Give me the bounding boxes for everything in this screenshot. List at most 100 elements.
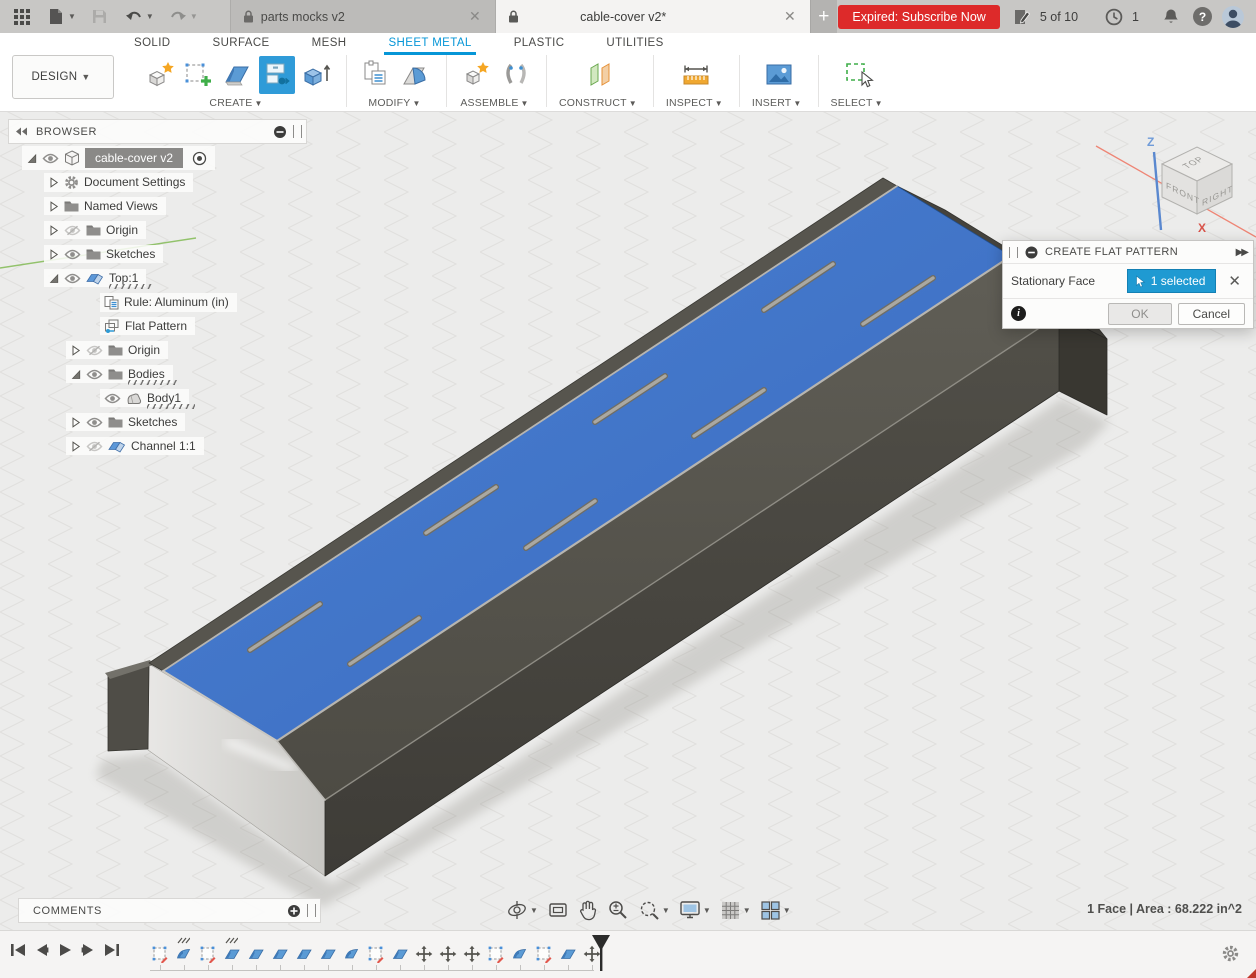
- go-to-start-button[interactable]: [10, 943, 26, 957]
- redo-caret-icon[interactable]: ▼: [190, 12, 198, 21]
- timeline-feature-sketch-14[interactable]: [484, 937, 508, 970]
- new-tab-button[interactable]: +: [810, 0, 837, 33]
- expand-expander-icon[interactable]: [48, 249, 59, 260]
- bell-icon[interactable]: [1159, 5, 1183, 29]
- grid-display-button[interactable]: ▼: [720, 900, 751, 921]
- group-label-assemble[interactable]: ASSEMBLE▼: [460, 97, 532, 109]
- thicken-tool-button[interactable]: [298, 56, 334, 94]
- ok-button[interactable]: OK: [1108, 303, 1171, 325]
- pan-button[interactable]: [578, 899, 598, 921]
- expand-expander-icon[interactable]: [48, 177, 59, 188]
- timeline-feature-bend-15[interactable]: [508, 937, 532, 970]
- activate-component-radio[interactable]: [192, 151, 207, 166]
- browser-item-sketches[interactable]: Sketches: [44, 242, 237, 266]
- flange-tool-button[interactable]: [220, 56, 256, 94]
- add-comment-icon[interactable]: [287, 904, 301, 918]
- canvas-tool-button[interactable]: [761, 56, 797, 94]
- fit-button[interactable]: ▼: [638, 899, 670, 921]
- timeline-feature-bend-8[interactable]: [340, 937, 364, 970]
- subscribe-button[interactable]: Expired: Subscribe Now: [838, 5, 999, 29]
- document-tab-parts-mocks-v2[interactable]: parts mocks v2 ✕: [230, 0, 495, 33]
- browser-collapse-icon[interactable]: [15, 127, 28, 136]
- browser-item-top-1[interactable]: Top:1: [44, 266, 237, 290]
- create-flat-pattern-tool-button[interactable]: [259, 56, 295, 94]
- visibility-eye-icon[interactable]: [64, 249, 81, 260]
- browser-item-origin[interactable]: Origin: [44, 218, 237, 242]
- dialog-expand-icon[interactable]: ▶▶: [1236, 247, 1247, 258]
- construction-plane-tool-button[interactable]: [582, 56, 618, 94]
- group-label-modify[interactable]: MODIFY▼: [368, 97, 424, 109]
- info-icon[interactable]: i: [1011, 306, 1026, 321]
- step-forward-button[interactable]: [81, 943, 95, 957]
- group-label-construct[interactable]: CONSTRUCT▼: [559, 97, 641, 109]
- dialog-collapse-icon[interactable]: [1025, 246, 1038, 259]
- timeline-feature-move-12[interactable]: [436, 937, 460, 970]
- timeline-playhead[interactable]: [590, 935, 612, 973]
- app-grid-menu-button[interactable]: [10, 5, 34, 29]
- new-solid-tool-button[interactable]: [142, 56, 178, 94]
- new-component-tool-button[interactable]: [459, 56, 495, 94]
- expand-expander-icon[interactable]: [70, 345, 81, 356]
- tab-utilities[interactable]: UTILITIES: [602, 35, 667, 55]
- visibility-eye-icon[interactable]: [64, 273, 81, 284]
- timeline-feature-flange-10[interactable]: [388, 937, 412, 970]
- group-label-insert[interactable]: INSERT▼: [752, 97, 806, 109]
- document-tab-cable-cover-v2[interactable]: cable-cover v2* ✕: [495, 0, 810, 33]
- collapse-expander-icon[interactable]: [70, 369, 81, 380]
- browser-hide-icon[interactable]: [273, 125, 287, 139]
- browser-item-bodies[interactable]: Bodies: [66, 362, 237, 386]
- tab-surface[interactable]: SURFACE: [209, 35, 274, 55]
- visibility-eye-off-icon[interactable]: [86, 441, 103, 452]
- browser-item-document-settings[interactable]: Document Settings: [44, 170, 237, 194]
- job-status-icon[interactable]: [1010, 5, 1034, 29]
- timeline-feature-sketch-16[interactable]: [532, 937, 556, 970]
- view-cube[interactable]: Z TOP FRONT RIGHT X: [1140, 126, 1256, 242]
- notification-clock-icon[interactable]: [1102, 5, 1126, 29]
- timeline-feature-move-13[interactable]: [460, 937, 484, 970]
- viewports-button[interactable]: ▼: [760, 900, 791, 921]
- browser-item-sketches[interactable]: Sketches: [66, 410, 237, 434]
- comments-panel-header[interactable]: COMMENTS: [18, 898, 321, 923]
- unfold-tool-button[interactable]: [398, 56, 434, 94]
- expand-expander-icon[interactable]: [70, 441, 81, 452]
- timeline-settings-gear-icon[interactable]: [1221, 944, 1240, 963]
- tab-plastic[interactable]: PLASTIC: [510, 35, 569, 55]
- browser-item-rule-aluminum-in[interactable]: Rule: Aluminum (in): [100, 290, 237, 314]
- visibility-eye-icon[interactable]: [104, 393, 121, 404]
- stationary-face-selection-button[interactable]: 1 selected: [1127, 269, 1217, 293]
- browser-item-origin[interactable]: Origin: [66, 338, 237, 362]
- timeline-feature-sketch-9[interactable]: [364, 937, 388, 970]
- timeline-feature-flange-6[interactable]: [292, 937, 316, 970]
- group-label-inspect[interactable]: INSPECT▼: [666, 97, 727, 109]
- visibility-eye-icon[interactable]: [86, 417, 103, 428]
- undo-button[interactable]: [122, 5, 146, 29]
- browser-item-flat-pattern[interactable]: Flat Pattern: [100, 314, 237, 338]
- workspace-switcher-button[interactable]: DESIGN ▼: [12, 55, 114, 99]
- play-button[interactable]: [58, 943, 72, 957]
- measure-tool-button[interactable]: [678, 56, 714, 94]
- timeline-feature-flange-4[interactable]: [244, 937, 268, 970]
- tab-sheet-metal[interactable]: SHEET METAL: [384, 35, 475, 55]
- browser-item-body1[interactable]: Body1: [100, 386, 237, 410]
- timeline-feature-flange-5[interactable]: [268, 937, 292, 970]
- zoom-button[interactable]: [607, 899, 629, 921]
- comments-drag-handle[interactable]: [307, 904, 316, 917]
- expand-expander-icon[interactable]: [48, 225, 59, 236]
- dialog-drag-handle[interactable]: [1009, 247, 1018, 258]
- collapse-expander-icon[interactable]: [26, 153, 37, 164]
- tab-solid[interactable]: SOLID: [130, 35, 175, 55]
- look-at-button[interactable]: [547, 899, 569, 921]
- browser-item-channel-1-1[interactable]: Channel 1:1: [66, 434, 237, 458]
- visibility-eye-off-icon[interactable]: [64, 225, 81, 236]
- cancel-button[interactable]: Cancel: [1178, 303, 1245, 325]
- undo-caret-icon[interactable]: ▼: [146, 12, 154, 21]
- group-label-select[interactable]: SELECT▼: [831, 97, 887, 109]
- file-menu-button[interactable]: [44, 5, 68, 29]
- clear-selection-icon[interactable]: ✕: [1224, 272, 1245, 290]
- visibility-eye-icon[interactable]: [42, 153, 59, 164]
- file-menu-caret-icon[interactable]: ▼: [68, 12, 76, 21]
- step-back-button[interactable]: [35, 943, 49, 957]
- timeline-feature-flange-17[interactable]: [556, 937, 580, 970]
- visibility-eye-off-icon[interactable]: [86, 345, 103, 356]
- group-label-create[interactable]: CREATE▼: [209, 97, 266, 109]
